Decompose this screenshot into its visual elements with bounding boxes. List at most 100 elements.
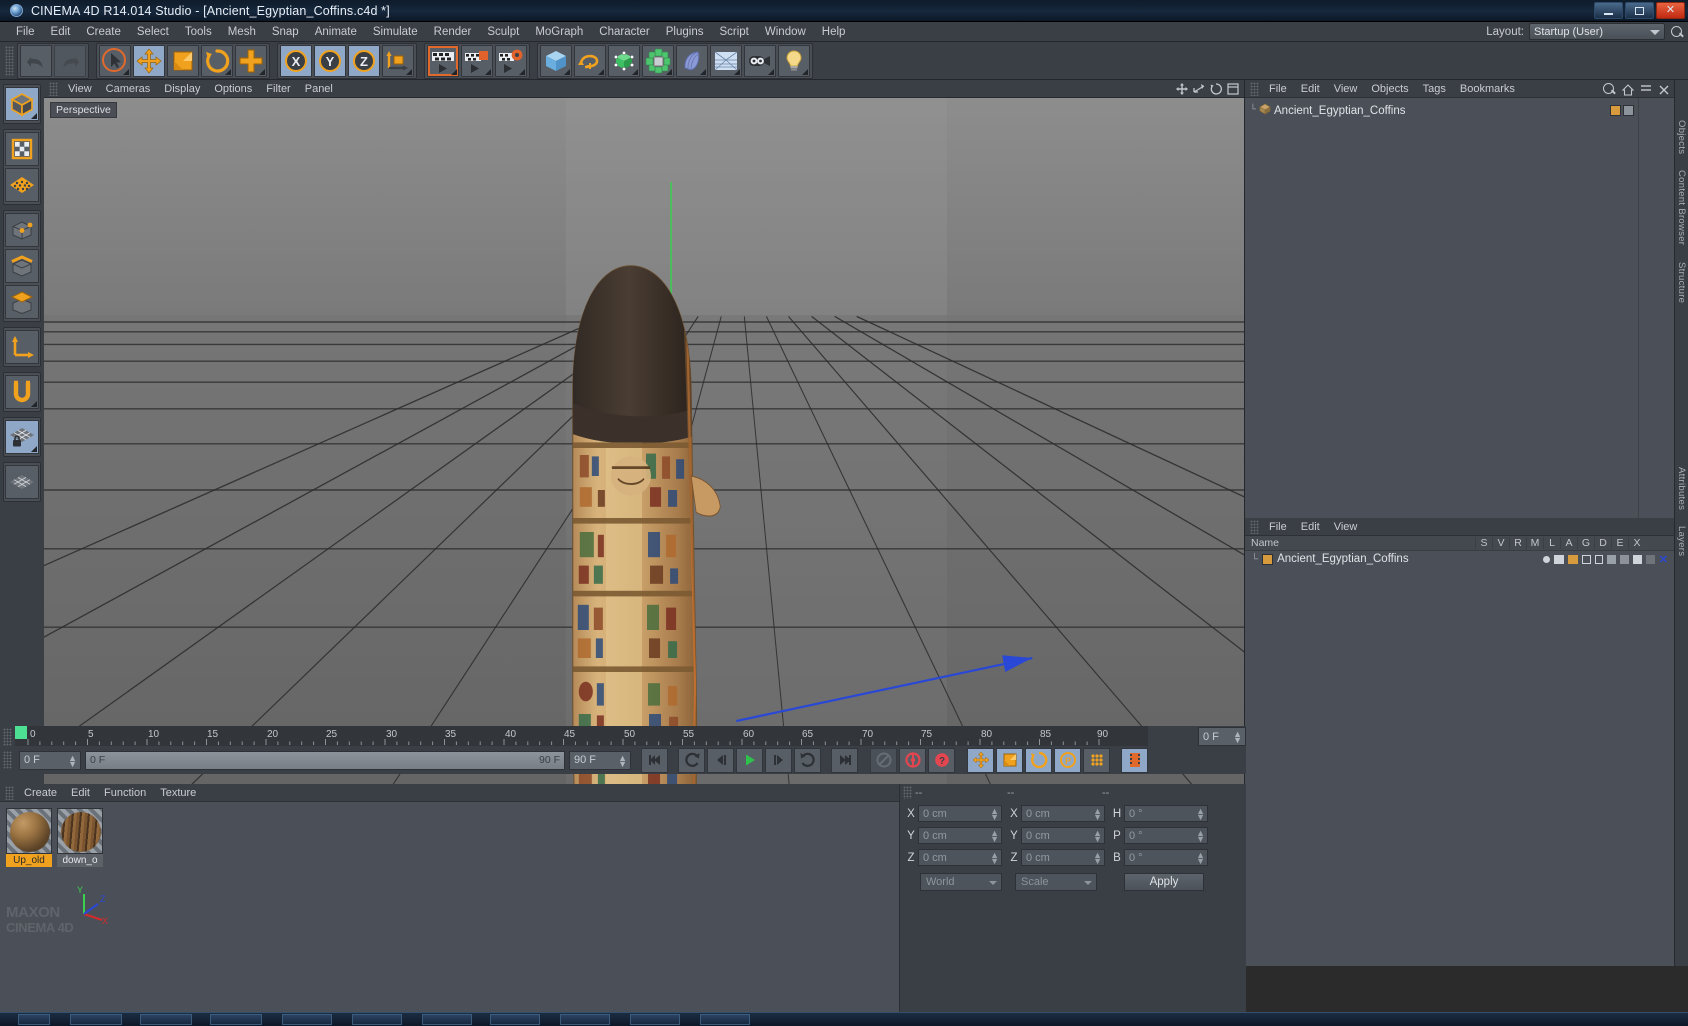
coord-field-p[interactable]: 0 ° ▲ ▼ — [1124, 827, 1208, 844]
material-swatch-area[interactable]: Up_old down_o — [0, 802, 899, 1012]
parameter-key-icon[interactable]: P — [1054, 747, 1081, 773]
material-preview[interactable] — [57, 808, 103, 854]
maximize-view-icon[interactable] — [1227, 82, 1239, 95]
mm-menu-edit[interactable]: Edit — [64, 786, 97, 800]
viewport-menu-display[interactable]: Display — [157, 82, 207, 96]
material-manager-grip[interactable] — [5, 785, 14, 800]
om-menu-tags[interactable]: Tags — [1416, 82, 1453, 96]
home-icon[interactable] — [1621, 83, 1635, 96]
polygon-mode-icon[interactable] — [5, 285, 39, 319]
minimize-button[interactable] — [1594, 2, 1623, 19]
move-tool-button[interactable] — [133, 44, 165, 77]
layer-manager-icon[interactable] — [1581, 554, 1591, 564]
pla-key-icon[interactable] — [1083, 747, 1110, 773]
viewport-menu-panel[interactable]: Panel — [298, 82, 340, 96]
object-manager-body[interactable]: └ Ancient_Egyptian_Coffins — [1245, 98, 1674, 518]
layer-anim-icon[interactable] — [1606, 554, 1616, 564]
scale-key-icon[interactable] — [996, 747, 1023, 773]
am-menu-file[interactable]: File — [1262, 520, 1294, 534]
close-icon[interactable] — [1658, 83, 1670, 95]
timeline-range-track[interactable]: 0 F 90 F — [85, 750, 565, 770]
layer-manager-body[interactable]: Name S V R M L A G D E X └ Ancient_Egypt… — [1245, 536, 1674, 966]
vtab-attributes[interactable]: Attributes — [1676, 467, 1687, 510]
play-icon[interactable] — [736, 747, 763, 773]
axis-modify-icon[interactable] — [5, 330, 39, 364]
render-region-button[interactable] — [461, 44, 493, 77]
grid-lock-icon[interactable] — [5, 420, 39, 454]
magnet-icon[interactable] — [5, 375, 39, 409]
go-to-end-icon[interactable] — [831, 747, 858, 773]
timeline-start-field[interactable]: 0 F ▲ ▼ — [19, 750, 81, 770]
menu-plugins[interactable]: Plugins — [658, 24, 712, 40]
layer-color-icon[interactable] — [1262, 553, 1274, 565]
coord-field-size-z[interactable]: 0 cm ▲ ▼ — [1021, 849, 1105, 866]
spline-pen-icon[interactable] — [574, 44, 606, 77]
film-strip-icon[interactable] — [1121, 747, 1148, 773]
rotation-key-icon[interactable] — [1025, 747, 1052, 773]
toolbar-grip[interactable] — [5, 45, 14, 76]
make-editable-icon[interactable] — [5, 87, 39, 121]
coord-field-size-x[interactable]: 0 cm ▲ ▼ — [1021, 805, 1105, 822]
transport-grip[interactable] — [3, 751, 12, 769]
timeline-ruler[interactable]: 0 5 10 15 20 25 30 35 40 45 50 55 60 65 70 75 80 85 … — [15, 726, 1148, 746]
om-menu-objects[interactable]: Objects — [1364, 82, 1415, 96]
menu-snap[interactable]: Snap — [264, 24, 307, 40]
keyframe-help-icon[interactable]: ? — [928, 747, 955, 773]
layer-render-icon[interactable] — [1567, 554, 1578, 564]
redo-button[interactable] — [54, 44, 86, 77]
cube-primitive-icon[interactable] — [540, 44, 572, 77]
layer-row[interactable]: └ Ancient_Egyptian_Coffins ✕ — [1245, 551, 1674, 567]
mm-menu-function[interactable]: Function — [97, 786, 153, 800]
mm-menu-texture[interactable]: Texture — [153, 786, 203, 800]
polygon-object-icon[interactable] — [1259, 102, 1271, 120]
material-name[interactable]: Up_old — [6, 854, 52, 867]
object-row[interactable]: └ Ancient_Egyptian_Coffins — [1247, 102, 1638, 119]
taskbar-item[interactable] — [630, 1014, 680, 1025]
taskbar-item[interactable] — [70, 1014, 122, 1025]
undo-button[interactable] — [20, 44, 52, 77]
menu-file[interactable]: File — [8, 24, 43, 40]
taskbar-item[interactable] — [210, 1014, 262, 1025]
pan-icon[interactable] — [1176, 82, 1188, 95]
light-bulb-icon[interactable] — [778, 44, 810, 77]
position-key-icon[interactable] — [967, 747, 994, 773]
coord-field-size-y[interactable]: 0 cm ▲ ▼ — [1021, 827, 1105, 844]
menu-edit[interactable]: Edit — [43, 24, 79, 40]
menu-mesh[interactable]: Mesh — [220, 24, 264, 40]
layer-lock-icon[interactable] — [1594, 554, 1603, 564]
record-icon[interactable] — [899, 747, 926, 773]
object-manager-grip[interactable] — [1250, 81, 1259, 96]
vtab-objects[interactable]: Objects — [1676, 120, 1687, 154]
scale-tool-button[interactable] — [167, 44, 199, 77]
menu-animate[interactable]: Animate — [307, 24, 365, 40]
search-icon[interactable] — [1602, 82, 1616, 96]
taskbar-item[interactable] — [422, 1014, 472, 1025]
layer-deform-icon[interactable] — [1632, 554, 1642, 564]
world-coordinate-icon[interactable] — [382, 44, 414, 77]
taskbar-item[interactable] — [282, 1014, 332, 1025]
rotate-tool-button[interactable] — [201, 44, 233, 77]
om-menu-bookmarks[interactable]: Bookmarks — [1453, 82, 1522, 96]
go-to-start-icon[interactable] — [641, 747, 668, 773]
zoom-icon[interactable] — [1193, 82, 1205, 94]
x-axis-icon[interactable]: X — [280, 44, 312, 77]
taskbar-item[interactable] — [700, 1014, 750, 1025]
om-menu-view[interactable]: View — [1327, 82, 1365, 96]
coord-field-h[interactable]: 0 ° ▲ ▼ — [1124, 805, 1208, 822]
om-menu-edit[interactable]: Edit — [1294, 82, 1327, 96]
menu-window[interactable]: Window — [757, 24, 814, 40]
camera-icon[interactable] — [744, 44, 776, 77]
render-settings-button[interactable] — [495, 44, 527, 77]
attribute-manager-grip[interactable] — [1250, 519, 1259, 534]
viewport-menu-cameras[interactable]: Cameras — [99, 82, 158, 96]
taskbar-item[interactable] — [140, 1014, 192, 1025]
material-item[interactable]: Up_old — [6, 808, 52, 867]
layer-generator-icon[interactable] — [1619, 554, 1629, 564]
am-menu-view[interactable]: View — [1327, 520, 1365, 534]
close-button[interactable]: ✕ — [1656, 2, 1685, 19]
taskbar-item[interactable] — [490, 1014, 540, 1025]
point-mode-icon[interactable] — [5, 213, 39, 247]
coord-field-b[interactable]: 0 ° ▲ ▼ — [1124, 849, 1208, 866]
menu-render[interactable]: Render — [426, 24, 480, 40]
taskbar-item[interactable] — [560, 1014, 610, 1025]
